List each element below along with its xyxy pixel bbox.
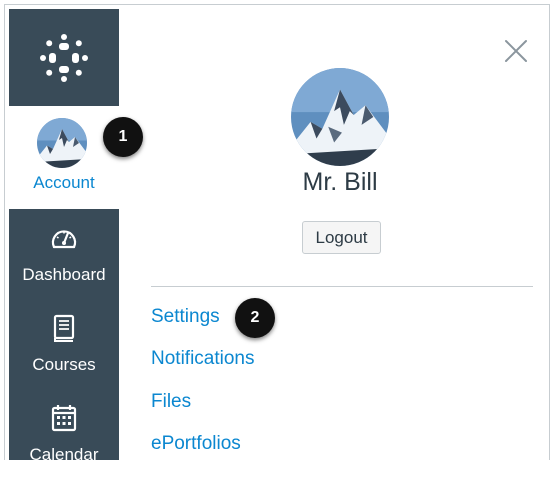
nav-item-dashboard-label: Dashboard bbox=[22, 265, 106, 284]
eportfolios-link[interactable]: ePortfolios bbox=[151, 433, 241, 455]
nav-item-dashboard[interactable]: Dashboard bbox=[9, 209, 119, 299]
global-navigation: Account Dashboard Courses Calendar bbox=[9, 9, 119, 464]
nav-item-courses[interactable]: Courses bbox=[9, 299, 119, 389]
nav-item-account-label: Account bbox=[33, 173, 95, 192]
nav-item-calendar[interactable]: Calendar bbox=[9, 389, 119, 479]
notifications-link[interactable]: Notifications bbox=[151, 348, 255, 370]
calendar-icon bbox=[51, 405, 77, 432]
nav-item-calendar-label: Calendar bbox=[29, 445, 99, 464]
files-link[interactable]: Files bbox=[151, 391, 191, 413]
nav-item-account[interactable]: Account bbox=[9, 106, 119, 209]
settings-link[interactable]: Settings bbox=[151, 306, 220, 328]
user-avatar bbox=[37, 118, 87, 168]
tray-divider bbox=[151, 286, 533, 287]
canvas-logo[interactable] bbox=[9, 9, 119, 106]
book-icon bbox=[53, 314, 75, 342]
user-avatar-large bbox=[291, 68, 389, 166]
canvas-logo-icon bbox=[40, 33, 88, 82]
user-name: Mr. Bill bbox=[302, 168, 378, 196]
nav-item-courses-label: Courses bbox=[32, 355, 96, 374]
callout-2: 2 bbox=[235, 298, 275, 338]
callout-1: 1 bbox=[103, 117, 143, 157]
logout-button[interactable]: Logout bbox=[302, 221, 381, 254]
close-icon bbox=[505, 40, 527, 62]
dashboard-gauge-icon bbox=[51, 230, 77, 249]
close-button[interactable] bbox=[503, 38, 529, 64]
